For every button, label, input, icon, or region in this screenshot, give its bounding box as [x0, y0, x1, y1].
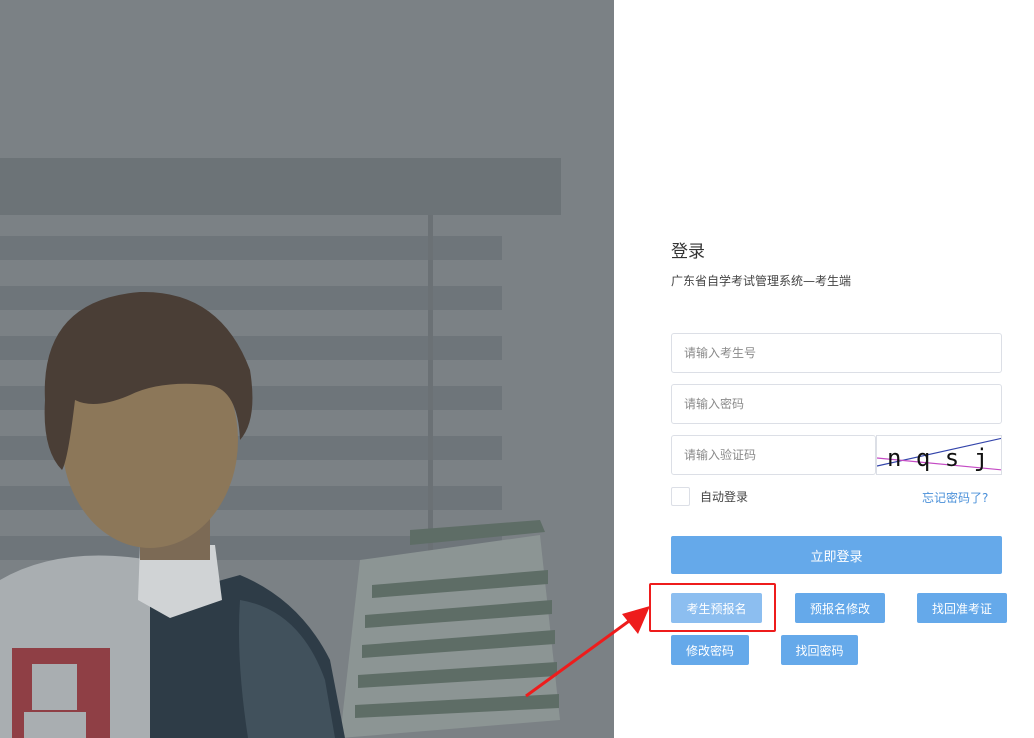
captcha-text: n q s j	[887, 444, 988, 472]
retrieve-password-button[interactable]: 找回密码	[781, 635, 858, 665]
modify-registration-button[interactable]: 预报名修改	[795, 593, 885, 623]
captcha-input[interactable]	[672, 436, 875, 474]
auto-login-label: 自动登录	[700, 490, 749, 504]
login-title: 登录	[671, 242, 705, 262]
highlight-box	[649, 583, 776, 632]
red-arrow-icon	[525, 606, 650, 698]
system-subtitle: 广东省自学考试管理系统—考生端	[671, 274, 852, 288]
captcha-graphic: n q s j	[877, 437, 1001, 472]
username-field[interactable]	[671, 333, 1002, 373]
password-input[interactable]	[672, 385, 1001, 423]
captcha-field[interactable]	[671, 435, 876, 475]
login-button[interactable]: 立即登录	[671, 536, 1002, 574]
username-input[interactable]	[672, 334, 1001, 372]
captcha-image[interactable]: n q s j	[876, 435, 1002, 475]
retrieve-ticket-button[interactable]: 找回准考证	[917, 593, 1007, 623]
change-password-button[interactable]: 修改密码	[671, 635, 749, 665]
password-field[interactable]	[671, 384, 1002, 424]
forgot-password-link[interactable]: 忘记密码了?	[922, 489, 988, 506]
auto-login-checkbox[interactable]	[671, 487, 690, 506]
auto-login[interactable]: 自动登录	[671, 487, 748, 506]
